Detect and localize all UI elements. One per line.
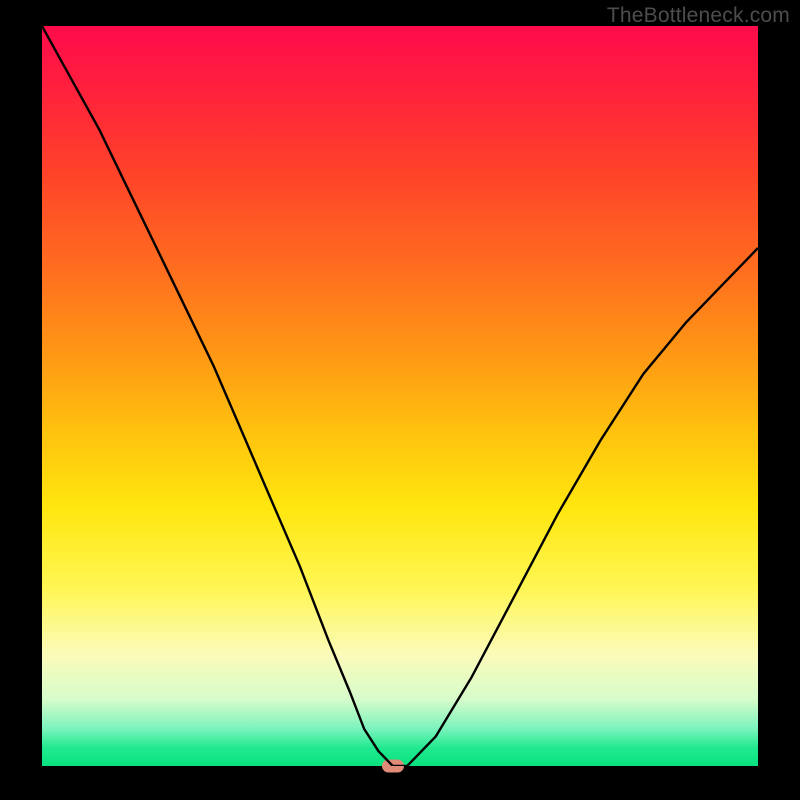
bottleneck-curve <box>42 26 758 766</box>
watermark-text: TheBottleneck.com <box>607 4 790 28</box>
chart-frame: TheBottleneck.com <box>0 0 800 800</box>
plot-area <box>42 26 758 766</box>
curve-path <box>42 26 758 766</box>
